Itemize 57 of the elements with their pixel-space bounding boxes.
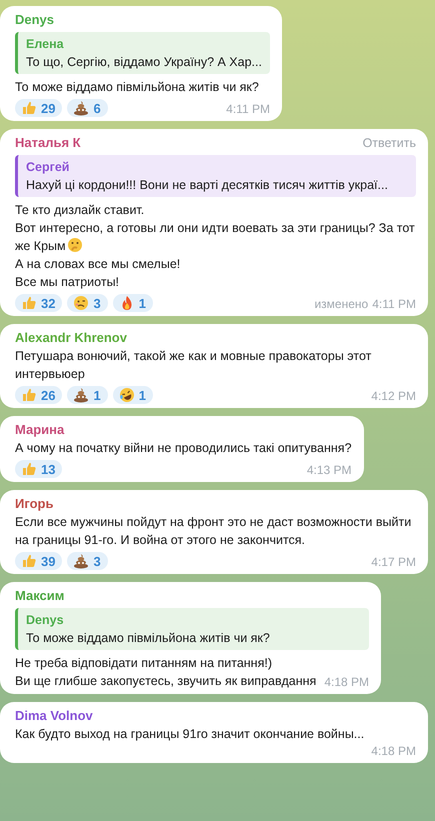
author-name: Игорь <box>15 495 54 513</box>
reaction-chip[interactable]: 29 <box>15 99 62 117</box>
reply-quote[interactable]: Елена То що, Сергію, віддамо Україну? А Хар... <box>15 32 270 74</box>
poop-icon <box>73 387 90 403</box>
reaction-chip[interactable]: 13 <box>15 460 62 478</box>
woozy-face-icon <box>73 295 90 311</box>
message-text: Не треба відповідати питанням на питання!) <box>15 655 273 672</box>
laughing-face-icon <box>118 387 135 403</box>
reply-quote[interactable]: Сергей Нахуй ці кордони!!! Вони не варті десятків тисяч життів украї... <box>15 155 416 197</box>
quote-author: Denys <box>26 612 65 629</box>
message-time: изменено 4:11 PM <box>314 296 416 312</box>
reaction-chip[interactable]: 32 <box>15 294 62 312</box>
thumbs-up-icon <box>21 100 37 116</box>
quote-author: Елена <box>26 36 65 53</box>
message-time: 4:18 PM <box>371 743 416 759</box>
message-time: 4:17 PM <box>371 554 416 570</box>
message-text: Те кто дизлайк ставит. <box>15 202 146 219</box>
reaction-chip[interactable]: 39 <box>15 552 62 570</box>
reply-link[interactable]: Ответить <box>362 136 416 150</box>
author-name: Dima Volnov <box>15 707 93 725</box>
reaction-chip[interactable]: 1 <box>112 294 153 312</box>
quote-text: То що, Сергію, віддамо Україну? А Хар... <box>26 54 262 71</box>
reaction-chip[interactable]: 1 <box>67 386 108 404</box>
message-text: Ви ще глибше закопуєтесь, звучить як виправдання <box>15 673 316 690</box>
poop-icon <box>73 553 90 569</box>
thumbs-up-icon <box>21 387 37 403</box>
author-name: Alexandr Khrenov <box>15 329 127 347</box>
message-text: Как будто выход на границы 91го значит окончание войны... <box>15 726 364 743</box>
quote-text: То може віддамо півмільйона житів чи як? <box>26 630 271 647</box>
thinking-face-icon <box>66 237 83 253</box>
message-text: Все мы патриоты! <box>15 274 120 291</box>
reaction-chip[interactable]: 3 <box>67 294 108 312</box>
quote-author: Сергей <box>26 159 70 176</box>
message-text: Вот интересно, а готовы ли они идти воевать за эти границы? За тот же Крым <box>15 220 416 255</box>
author-name: Denys <box>15 11 54 29</box>
reaction-chip[interactable]: 26 <box>15 386 62 404</box>
thumbs-up-icon <box>21 295 37 311</box>
message-text: Если все мужчины пойдут на фронт это не даст возможности выйти на границы 91-го. И война от этого не закончится. <box>15 514 412 549</box>
message-text: Петушара вонючий, такой же как и мовные правокаторы этот интервьюер <box>15 348 372 383</box>
quote-text: Нахуй ці кордони!!! Вони не варті десятків тисяч життів украї... <box>26 177 389 194</box>
reaction-chip[interactable]: 3 <box>67 552 108 570</box>
reply-quote[interactable]: Denys То може віддамо півмільйона житів чи як? <box>15 608 370 650</box>
author-name: Марина <box>15 421 64 439</box>
message-time: 4:18 PM <box>324 674 370 690</box>
thumbs-up-icon <box>21 461 37 477</box>
message-time: 4:13 PM <box>306 462 352 478</box>
message-text: То може віддамо півмільйона житів чи як? <box>15 79 260 96</box>
author-name: Наталья К <box>15 134 81 152</box>
message-text: А на словах все мы смелые! <box>15 256 182 273</box>
message-time: 4:11 PM <box>226 101 270 117</box>
thumbs-up-icon <box>21 553 37 569</box>
reaction-chip[interactable]: 6 <box>67 99 108 117</box>
message-time: 4:12 PM <box>371 388 416 404</box>
message-text: А чому на початку війни не проводились такі опитування? <box>15 440 352 457</box>
poop-icon <box>73 100 90 116</box>
author-name: Максим <box>15 587 64 605</box>
reaction-chip[interactable]: 1 <box>112 386 153 404</box>
